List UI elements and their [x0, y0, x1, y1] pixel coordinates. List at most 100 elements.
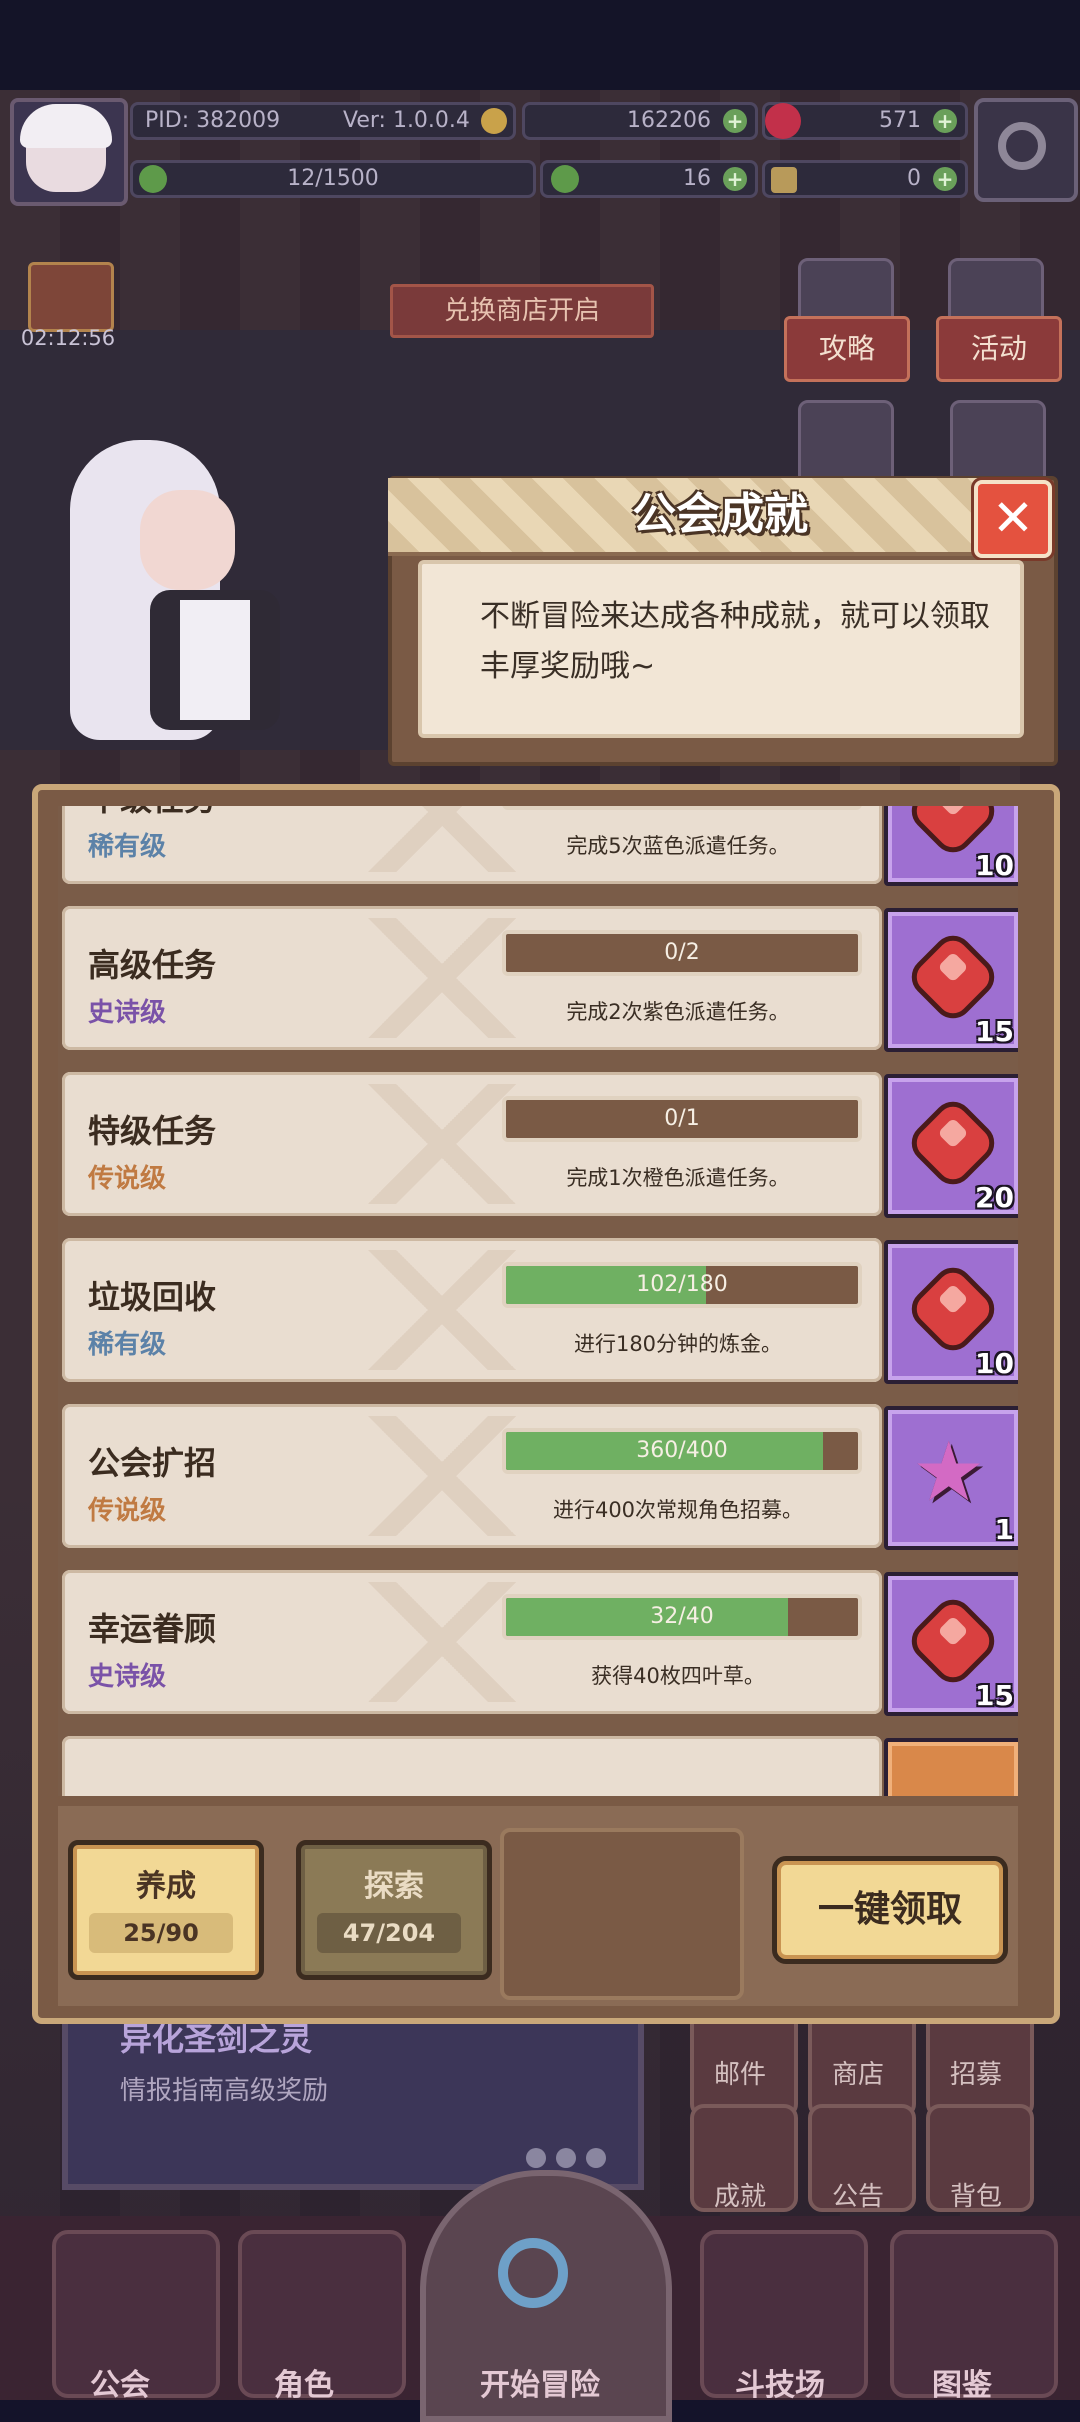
bag-label: 背包: [949, 2182, 1002, 2212]
achievement-description: 获得40枚四叶草。: [591, 1664, 765, 1688]
coin-icon: [481, 108, 507, 134]
add-key-icon[interactable]: +: [933, 167, 957, 191]
achievement-row: 公会扩招 传说级 360/400 进行400次常规角色招募。 ★ 1: [62, 1404, 1018, 1554]
magnifier-icon: [498, 2238, 568, 2308]
achievement-card: [62, 1736, 882, 1796]
clover-value: 16: [683, 166, 711, 191]
achievement-rarity: 稀有级: [88, 1330, 167, 1360]
tab-explore-label: 探索: [364, 1869, 424, 1904]
ruby-icon: [903, 1591, 1003, 1691]
claim-area: [500, 1828, 744, 2000]
gift-box-icon[interactable]: [28, 262, 114, 332]
reward-count: 1: [994, 1513, 1014, 1546]
achievement-name: 公会扩招: [88, 1444, 217, 1482]
guide-button[interactable]: 攻略: [784, 316, 910, 382]
progress-bar: 0/5: [502, 806, 862, 810]
gold-value: 162206: [627, 108, 711, 133]
tab-explore-count: 47/204: [317, 1913, 461, 1953]
progress-bar: 0/1: [502, 1096, 862, 1142]
reward-slot[interactable]: 10: [884, 806, 1018, 886]
gift-package-icon[interactable]: [798, 400, 894, 486]
claim-all-button[interactable]: 一键领取: [772, 1856, 1008, 1964]
tab-explore[interactable]: 探索 47/204: [296, 1840, 492, 1980]
reward-slot[interactable]: 15: [884, 1572, 1018, 1716]
reward-count: 10: [975, 849, 1014, 882]
reward-slot[interactable]: [884, 1738, 1018, 1796]
achievement-row-partial: [62, 1736, 1018, 1796]
exp-value: 12/1500: [287, 166, 379, 191]
gem-bar: 571 +: [762, 102, 968, 140]
achievement-name: 特级任务: [88, 1112, 217, 1150]
avatar-hair: [20, 104, 112, 148]
exchange-shop-sign[interactable]: 兑换商店开启: [390, 284, 654, 338]
nav-codex-label: 图鉴: [932, 2368, 992, 2403]
progress-text: 0/2: [664, 940, 700, 965]
tab-cultivate[interactable]: 养成 25/90: [68, 1840, 264, 1980]
achievement-row: 高级任务史诗级 0/2 完成2次紫色派遣任务。 15: [62, 906, 1018, 1056]
progress-text: 360/400: [636, 1438, 728, 1463]
reward-count: 10: [975, 1347, 1014, 1380]
activity-button[interactable]: 活动: [936, 316, 1062, 382]
key-bar: 0 +: [762, 160, 968, 198]
map-icon[interactable]: [950, 400, 1046, 486]
achievement-name: 高级任务: [88, 946, 217, 984]
ruby-icon: [903, 1093, 1003, 1193]
progress-text: 0/1: [664, 1106, 700, 1131]
achievement-row: 幸运眷顾史诗级 32/40 获得40枚四叶草。 15: [62, 1570, 1018, 1720]
pager-dot[interactable]: [556, 2148, 576, 2168]
reward-slot[interactable]: ★ 1: [884, 1406, 1018, 1550]
character-shirt: [180, 600, 250, 720]
achievement-row: 中级任务稀有级 0/5 完成5次蓝色派遣任务。 10: [62, 806, 1018, 890]
achievement-name: 幸运眷顾: [88, 1610, 217, 1648]
achievement-rarity: 传说级: [88, 1164, 167, 1194]
achievement-description: 完成1次橙色派遣任务。: [566, 1166, 790, 1190]
reward-slot[interactable]: 15: [884, 908, 1018, 1052]
close-button[interactable]: ✕: [974, 480, 1052, 558]
reward-count: 15: [975, 1015, 1014, 1048]
achievement-rarity: 史诗级: [88, 998, 167, 1028]
shop-label: 商店: [831, 2060, 884, 2090]
nav-guild-label: 公会: [90, 2368, 150, 2403]
reward-slot[interactable]: 20: [884, 1074, 1018, 1218]
clover-icon: [551, 165, 579, 193]
pid-label: PID: 382009: [145, 108, 281, 133]
ruby-icon: [765, 103, 801, 139]
reward-count: 15: [975, 1679, 1014, 1712]
progress-bar: 360/400: [502, 1428, 862, 1474]
nav-adventure-label: 开始冒险: [480, 2368, 600, 2403]
ruby-icon: [903, 927, 1003, 1027]
tab-cultivate-count: 25/90: [89, 1913, 233, 1953]
achievement-list[interactable]: 中级任务稀有级 0/5 完成5次蓝色派遣任务。 10 高级任务史诗级 0/2 完成2次紫色派…: [58, 806, 1018, 1796]
gear-icon: [998, 122, 1046, 170]
achievement-description: 完成2次紫色派遣任务。: [566, 1000, 790, 1024]
reward-slot[interactable]: 10: [884, 1240, 1018, 1384]
banner-subtitle: 情报指南高级奖励: [120, 2076, 329, 2106]
achievement-name: 垃圾回收: [88, 1278, 217, 1316]
status-bar-area: [0, 0, 1080, 90]
add-gem-icon[interactable]: +: [933, 109, 957, 133]
pid-version-bar: PID: 382009 Ver: 1.0.0.4: [130, 102, 516, 140]
progress-bar: 0/2: [502, 930, 862, 976]
notice-label: 公告: [831, 2182, 884, 2212]
version-label: Ver: 1.0.0.4: [343, 108, 470, 133]
gift-timer: 02:12:56: [20, 326, 116, 350]
recruit-label: 招募: [949, 2060, 1002, 2090]
nav-arena-label: 斗技场: [735, 2368, 825, 2403]
achievement-description: 进行180分钟的炼金。: [573, 1332, 783, 1356]
key-icon: [771, 167, 797, 193]
achievement-rarity: 稀有级: [88, 832, 167, 862]
clover-bar: 16 +: [540, 160, 758, 198]
dialog-title: 公会成就: [632, 489, 808, 540]
add-clover-icon[interactable]: +: [723, 167, 747, 191]
dialog-description: 不断冒险来达成各种成就，就可以领取丰厚奖励哦~: [480, 599, 990, 684]
progress-bar: 32/40: [502, 1594, 862, 1640]
pager-dot[interactable]: [526, 2148, 546, 2168]
ruby-icon: [903, 1259, 1003, 1359]
achievement-name: 中级任务: [88, 806, 216, 820]
pager-dot[interactable]: [586, 2148, 606, 2168]
achievement-description: 完成5次蓝色派遣任务。: [566, 834, 790, 858]
progress-bar: 102/180: [502, 1262, 862, 1308]
character-face: [140, 490, 235, 590]
add-gold-icon[interactable]: +: [723, 109, 747, 133]
achievement-rarity: 史诗级: [88, 1662, 167, 1692]
